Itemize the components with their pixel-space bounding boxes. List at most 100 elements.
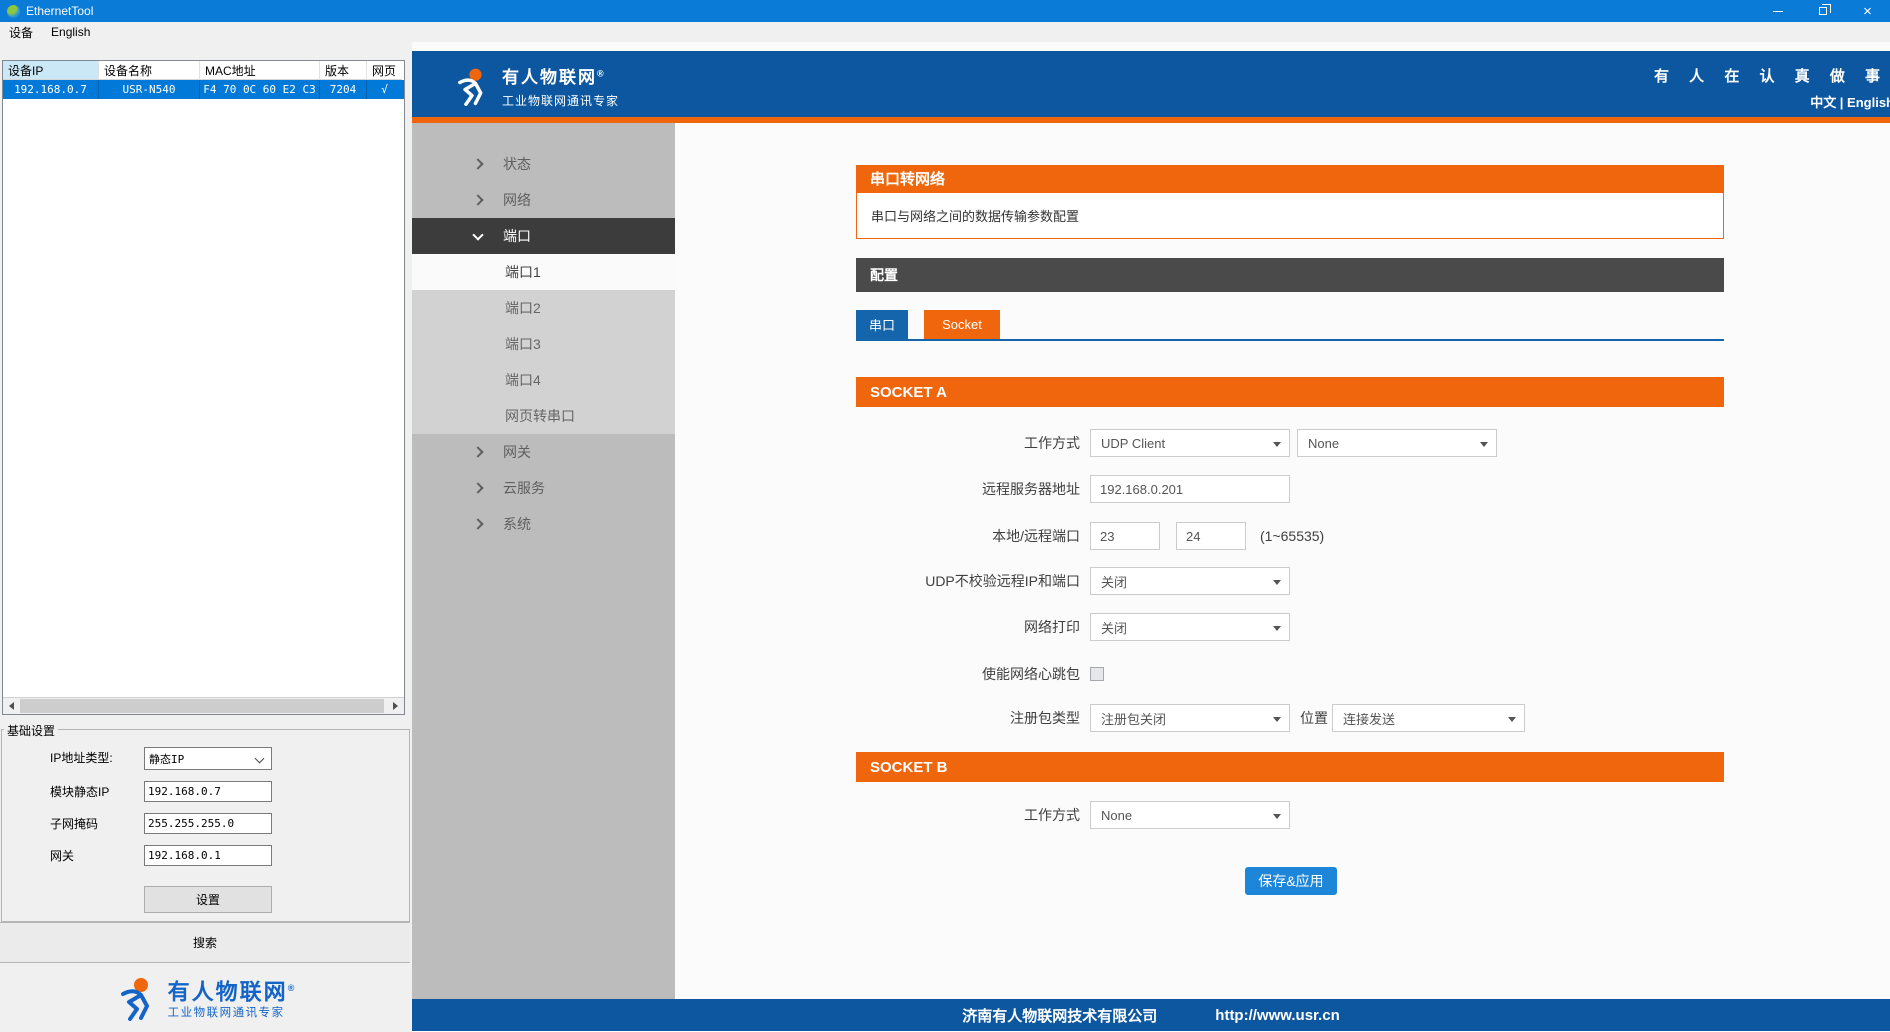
nav-item-port4[interactable]: 端口4 bbox=[412, 362, 675, 398]
brand-name: 有人物联网 bbox=[168, 979, 288, 1004]
column-web[interactable]: 网页 bbox=[367, 61, 402, 80]
scroll-left-icon bbox=[9, 702, 14, 710]
udp-check-label: UDP不校验远程IP和端口 bbox=[856, 567, 1080, 595]
page-content: 串口转网络 串口与网络之间的数据传输参数配置 配置 串口 Socket SOCK… bbox=[856, 42, 1724, 999]
menu-device[interactable]: 设备 bbox=[0, 22, 42, 42]
nav-item-port3[interactable]: 端口3 bbox=[412, 326, 675, 362]
brand-slogan: 工业物联网通讯专家 bbox=[502, 92, 619, 109]
udp-check-select[interactable]: 关闭 bbox=[1090, 567, 1290, 595]
horizontal-scrollbar[interactable] bbox=[3, 697, 404, 714]
device-row[interactable]: 192.168.0.7 USR-N540 F4 70 0C 60 E2 C3 7… bbox=[3, 80, 404, 99]
language-switch[interactable]: 中文 | English bbox=[1810, 92, 1890, 111]
static-ip-field[interactable] bbox=[144, 781, 272, 802]
nav-item-port2[interactable]: 端口2 bbox=[412, 290, 675, 326]
column-device-ip[interactable]: 设备IP bbox=[3, 61, 99, 80]
minimize-button[interactable] bbox=[1755, 0, 1800, 22]
registered-mark: ® bbox=[288, 983, 297, 993]
web-footer: 济南有人物联网技术有限公司 http://www.usr.cn bbox=[412, 999, 1890, 1031]
device-mac-cell: F4 70 0C 60 E2 C3 bbox=[200, 80, 320, 99]
chevron-right-icon bbox=[472, 518, 483, 529]
dropdown-arrow-icon bbox=[1273, 814, 1281, 819]
window-titlebar: EthernetTool × bbox=[0, 0, 1890, 22]
device-ip-cell: 192.168.0.7 bbox=[3, 80, 99, 99]
socket-b-work-mode-select[interactable]: None bbox=[1090, 801, 1290, 829]
device-web-link[interactable]: √ bbox=[367, 80, 402, 99]
usr-logo-icon bbox=[114, 975, 160, 1021]
web-nav: 状态 网络 端口 端口1 端口2 端口3 端口4 网页转串口 网关 云服务 系统 bbox=[412, 123, 675, 999]
web-header-logo: 有人物联网® 工业物联网通讯专家 bbox=[452, 63, 619, 109]
dropdown-arrow-icon bbox=[1273, 717, 1281, 722]
net-print-row: 网络打印 关闭 bbox=[856, 613, 1724, 641]
device-listview: 设备IP 设备名称 MAC地址 版本 网页 192.168.0.7 USR-N5… bbox=[2, 60, 405, 715]
remote-server-field[interactable] bbox=[1090, 475, 1290, 503]
tab-serial[interactable]: 串口 bbox=[856, 310, 908, 339]
socket-b-work-mode-row: 工作方式 None bbox=[856, 801, 1724, 829]
ports-range-hint: (1~65535) bbox=[1260, 522, 1324, 550]
udp-check-row: UDP不校验远程IP和端口 关闭 bbox=[856, 567, 1724, 595]
restore-button[interactable] bbox=[1800, 0, 1845, 22]
local-port-field[interactable] bbox=[1090, 522, 1160, 550]
menu-english[interactable]: English bbox=[42, 22, 99, 42]
subnet-label: 子网掩码 bbox=[50, 813, 98, 835]
tab-socket[interactable]: Socket bbox=[924, 310, 1000, 339]
remote-port-field[interactable] bbox=[1176, 522, 1246, 550]
brand-slogan: 工业物联网通讯专家 bbox=[168, 1004, 297, 1020]
nav-item-port1[interactable]: 端口1 bbox=[412, 254, 675, 290]
regpkt-row: 注册包类型 注册包关闭 位置 连接发送 bbox=[856, 704, 1724, 732]
dropdown-arrow-icon bbox=[1273, 626, 1281, 631]
close-button[interactable]: × bbox=[1845, 0, 1890, 22]
scroll-left-button[interactable] bbox=[3, 698, 20, 714]
usr-logo-icon bbox=[452, 66, 492, 106]
nav-item-cloud[interactable]: 云服务 bbox=[412, 470, 675, 506]
set-button[interactable]: 设置 bbox=[144, 886, 272, 913]
basic-settings-title: 基础设置 bbox=[4, 722, 58, 739]
socket-b-work-mode-label: 工作方式 bbox=[856, 801, 1080, 829]
page-title: 串口转网络 bbox=[856, 165, 1724, 192]
nav-item-system[interactable]: 系统 bbox=[412, 506, 675, 542]
nav-item-port[interactable]: 端口 bbox=[412, 218, 675, 254]
regpkt-pos-select[interactable]: 连接发送 bbox=[1332, 704, 1525, 732]
net-print-select[interactable]: 关闭 bbox=[1090, 613, 1290, 641]
save-apply-button[interactable]: 保存&应用 bbox=[1245, 867, 1337, 895]
regpkt-pos-label: 位置 bbox=[1300, 704, 1328, 732]
ip-type-value: 静态IP bbox=[149, 751, 184, 767]
scroll-right-button[interactable] bbox=[387, 698, 404, 714]
work-mode-row: 工作方式 UDP Client None bbox=[856, 429, 1724, 457]
nav-item-gateway[interactable]: 网关 bbox=[412, 434, 675, 470]
device-name-cell: USR-N540 bbox=[99, 80, 200, 99]
column-mac[interactable]: MAC地址 bbox=[200, 61, 320, 80]
brand-name: 有人物联网 bbox=[502, 68, 597, 87]
ports-row: 本地/远程端口 (1~65535) bbox=[856, 522, 1724, 550]
socket-a-header: SOCKET A bbox=[856, 377, 1724, 407]
nav-item-network[interactable]: 网络 bbox=[412, 182, 675, 218]
work-mode-select[interactable]: UDP Client bbox=[1090, 429, 1290, 457]
column-device-name[interactable]: 设备名称 bbox=[99, 61, 200, 80]
dropdown-arrow-icon bbox=[1508, 717, 1516, 722]
chevron-right-icon bbox=[472, 194, 483, 205]
nav-item-status[interactable]: 状态 bbox=[412, 146, 675, 182]
heartbeat-checkbox[interactable] bbox=[1090, 667, 1104, 681]
dropdown-arrow-icon bbox=[1273, 580, 1281, 585]
scrollbar-thumb[interactable] bbox=[20, 699, 384, 713]
work-mode-label: 工作方式 bbox=[856, 429, 1080, 457]
search-button[interactable]: 搜索 bbox=[0, 922, 410, 963]
ports-label: 本地/远程端口 bbox=[856, 522, 1080, 550]
regpkt-select[interactable]: 注册包关闭 bbox=[1090, 704, 1290, 732]
ip-type-select[interactable]: 静态IP bbox=[144, 747, 272, 770]
dropdown-arrow-icon bbox=[1273, 442, 1281, 447]
gateway-field[interactable] bbox=[144, 845, 272, 866]
footer-company: 济南有人物联网技术有限公司 bbox=[962, 1005, 1157, 1026]
heartbeat-row: 使能网络心跳包 bbox=[856, 660, 1724, 688]
nav-item-web-to-serial[interactable]: 网页转串口 bbox=[412, 398, 675, 434]
column-version[interactable]: 版本 bbox=[320, 61, 367, 80]
footer-url: http://www.usr.cn bbox=[1215, 1007, 1339, 1024]
restore-icon bbox=[1819, 7, 1827, 15]
remote-server-row: 远程服务器地址 bbox=[856, 475, 1724, 503]
chevron-right-icon bbox=[472, 446, 483, 457]
work-mode-secondary-select[interactable]: None bbox=[1297, 429, 1497, 457]
config-section-header: 配置 bbox=[856, 258, 1724, 292]
menubar: 设备 English bbox=[0, 22, 1890, 42]
close-icon: × bbox=[1863, 4, 1872, 19]
subnet-field[interactable] bbox=[144, 813, 272, 834]
ip-type-label: IP地址类型: bbox=[50, 747, 113, 769]
